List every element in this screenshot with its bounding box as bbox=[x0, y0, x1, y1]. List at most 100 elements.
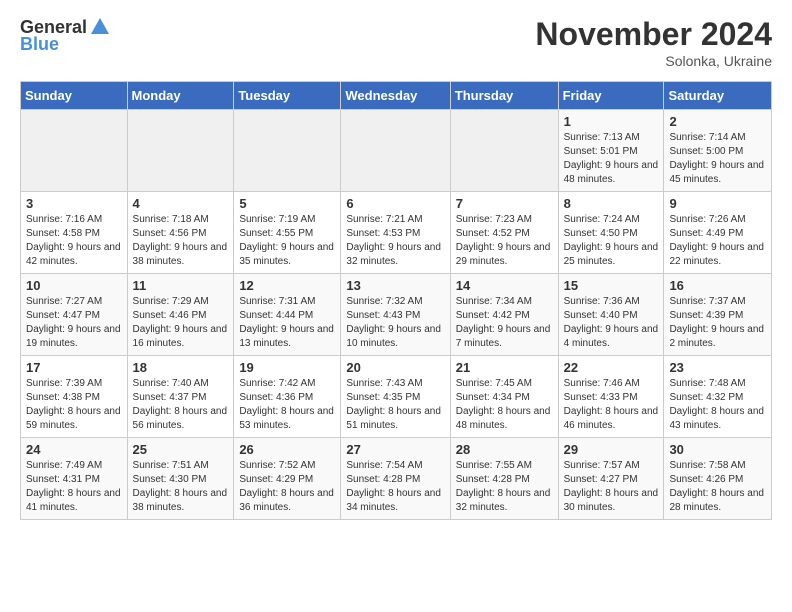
day-info: Sunrise: 7:49 AMSunset: 4:31 PMDaylight:… bbox=[26, 459, 122, 515]
calendar-cell: 14 Sunrise: 7:34 AMSunset: 4:42 PMDayligh… bbox=[450, 274, 558, 356]
weekday-header-row: SundayMondayTuesdayWednesdayThursdayFrid… bbox=[21, 82, 772, 110]
day-info: Sunrise: 7:51 AMSunset: 4:30 PMDaylight:… bbox=[133, 459, 229, 515]
day-info: Sunrise: 7:40 AMSunset: 4:37 PMDaylight:… bbox=[133, 377, 229, 433]
day-info: Sunrise: 7:58 AMSunset: 4:26 PMDaylight:… bbox=[669, 459, 766, 515]
day-number: 23 bbox=[669, 360, 766, 375]
calendar-table: SundayMondayTuesdayWednesdayThursdayFrid… bbox=[20, 81, 772, 520]
day-info: Sunrise: 7:57 AMSunset: 4:27 PMDaylight:… bbox=[564, 459, 659, 515]
day-info: Sunrise: 7:36 AMSunset: 4:40 PMDaylight:… bbox=[564, 295, 659, 351]
calendar-week-row: 24 Sunrise: 7:49 AMSunset: 4:31 PMDayligh… bbox=[21, 438, 772, 520]
month-title: November 2024 bbox=[535, 16, 772, 53]
logo: General Blue bbox=[20, 16, 111, 55]
day-info: Sunrise: 7:27 AMSunset: 4:47 PMDaylight:… bbox=[26, 295, 122, 351]
calendar-cell: 18 Sunrise: 7:40 AMSunset: 4:37 PMDayligh… bbox=[127, 356, 234, 438]
day-number: 7 bbox=[456, 196, 553, 211]
calendar-cell: 21 Sunrise: 7:45 AMSunset: 4:34 PMDayligh… bbox=[450, 356, 558, 438]
day-number: 13 bbox=[346, 278, 444, 293]
calendar-cell: 19Sunrise: 7:42 AMSunset: 4:36 PMDayligh… bbox=[234, 356, 341, 438]
calendar-cell: 17 Sunrise: 7:39 AMSunset: 4:38 PMDayligh… bbox=[21, 356, 128, 438]
day-number: 1 bbox=[564, 114, 659, 129]
day-info: Sunrise: 7:14 AMSunset: 5:00 PMDaylight:… bbox=[669, 131, 766, 187]
calendar-cell: 30 Sunrise: 7:58 AMSunset: 4:26 PMDayligh… bbox=[664, 438, 772, 520]
day-info: Sunrise: 7:46 AMSunset: 4:33 PMDaylight:… bbox=[564, 377, 659, 433]
day-info: Sunrise: 7:43 AMSunset: 4:35 PMDaylight:… bbox=[346, 377, 444, 433]
calendar-cell: 5Sunrise: 7:19 AMSunset: 4:55 PMDaylight… bbox=[234, 192, 341, 274]
calendar-cell: 1 Sunrise: 7:13 AMSunset: 5:01 PMDaylight… bbox=[558, 110, 664, 192]
day-info: Sunrise: 7:34 AMSunset: 4:42 PMDaylight:… bbox=[456, 295, 553, 351]
day-number: 19 bbox=[239, 360, 335, 375]
day-number: 25 bbox=[133, 442, 229, 457]
day-number: 4 bbox=[133, 196, 229, 211]
day-number: 8 bbox=[564, 196, 659, 211]
day-number: 26 bbox=[239, 442, 335, 457]
calendar-cell: 8 Sunrise: 7:24 AMSunset: 4:50 PMDaylight… bbox=[558, 192, 664, 274]
day-number: 9 bbox=[669, 196, 766, 211]
logo-blue-text: Blue bbox=[20, 34, 111, 55]
calendar-cell bbox=[234, 110, 341, 192]
day-info: Sunrise: 7:13 AMSunset: 5:01 PMDaylight:… bbox=[564, 131, 659, 187]
day-number: 14 bbox=[456, 278, 553, 293]
day-info: Sunrise: 7:31 AMSunset: 4:44 PMDaylight:… bbox=[239, 295, 335, 351]
calendar-week-row: 3 Sunrise: 7:16 AMSunset: 4:58 PMDaylight… bbox=[21, 192, 772, 274]
location-subtitle: Solonka, Ukraine bbox=[535, 53, 772, 69]
day-number: 17 bbox=[26, 360, 122, 375]
calendar-cell: 20 Sunrise: 7:43 AMSunset: 4:35 PMDayligh… bbox=[341, 356, 450, 438]
day-info: Sunrise: 7:55 AMSunset: 4:28 PMDaylight:… bbox=[456, 459, 553, 515]
day-number: 11 bbox=[133, 278, 229, 293]
day-info: Sunrise: 7:23 AMSunset: 4:52 PMDaylight:… bbox=[456, 213, 553, 269]
calendar-cell: 16Sunrise: 7:37 AMSunset: 4:39 PMDayligh… bbox=[664, 274, 772, 356]
day-info: Sunrise: 7:32 AMSunset: 4:43 PMDaylight:… bbox=[346, 295, 444, 351]
calendar-cell bbox=[450, 110, 558, 192]
calendar-cell: 29 Sunrise: 7:57 AMSunset: 4:27 PMDayligh… bbox=[558, 438, 664, 520]
day-number: 27 bbox=[346, 442, 444, 457]
title-block: November 2024 Solonka, Ukraine bbox=[535, 16, 772, 69]
header: General Blue November 2024 Solonka, Ukra… bbox=[20, 16, 772, 69]
day-number: 22 bbox=[564, 360, 659, 375]
day-number: 30 bbox=[669, 442, 766, 457]
calendar-cell: 15 Sunrise: 7:36 AMSunset: 4:40 PMDayligh… bbox=[558, 274, 664, 356]
calendar-cell: 27 Sunrise: 7:54 AMSunset: 4:28 PMDayligh… bbox=[341, 438, 450, 520]
calendar-cell: 3 Sunrise: 7:16 AMSunset: 4:58 PMDaylight… bbox=[21, 192, 128, 274]
day-number: 3 bbox=[26, 196, 122, 211]
calendar-cell: 13 Sunrise: 7:32 AMSunset: 4:43 PMDayligh… bbox=[341, 274, 450, 356]
weekday-header-thursday: Thursday bbox=[450, 82, 558, 110]
day-info: Sunrise: 7:29 AMSunset: 4:46 PMDaylight:… bbox=[133, 295, 229, 351]
calendar-cell: 12Sunrise: 7:31 AMSunset: 4:44 PMDayligh… bbox=[234, 274, 341, 356]
calendar-week-row: 10 Sunrise: 7:27 AMSunset: 4:47 PMDayligh… bbox=[21, 274, 772, 356]
calendar-cell: 28 Sunrise: 7:55 AMSunset: 4:28 PMDayligh… bbox=[450, 438, 558, 520]
day-info: Sunrise: 7:24 AMSunset: 4:50 PMDaylight:… bbox=[564, 213, 659, 269]
day-number: 29 bbox=[564, 442, 659, 457]
calendar-cell bbox=[127, 110, 234, 192]
day-number: 10 bbox=[26, 278, 122, 293]
day-info: Sunrise: 7:52 AMSunset: 4:29 PMDaylight:… bbox=[239, 459, 335, 515]
day-number: 20 bbox=[346, 360, 444, 375]
page-container: General Blue November 2024 Solonka, Ukra… bbox=[0, 0, 792, 536]
day-info: Sunrise: 7:39 AMSunset: 4:38 PMDaylight:… bbox=[26, 377, 122, 433]
day-number: 15 bbox=[564, 278, 659, 293]
calendar-cell: 6 Sunrise: 7:21 AMSunset: 4:53 PMDaylight… bbox=[341, 192, 450, 274]
day-number: 21 bbox=[456, 360, 553, 375]
day-info: Sunrise: 7:16 AMSunset: 4:58 PMDaylight:… bbox=[26, 213, 122, 269]
calendar-cell: 22 Sunrise: 7:46 AMSunset: 4:33 PMDayligh… bbox=[558, 356, 664, 438]
calendar-cell: 4 Sunrise: 7:18 AMSunset: 4:56 PMDaylight… bbox=[127, 192, 234, 274]
day-number: 18 bbox=[133, 360, 229, 375]
day-info: Sunrise: 7:19 AMSunset: 4:55 PMDaylight:… bbox=[239, 213, 335, 269]
weekday-header-sunday: Sunday bbox=[21, 82, 128, 110]
day-number: 28 bbox=[456, 442, 553, 457]
day-info: Sunrise: 7:54 AMSunset: 4:28 PMDaylight:… bbox=[346, 459, 444, 515]
calendar-cell: 24 Sunrise: 7:49 AMSunset: 4:31 PMDayligh… bbox=[21, 438, 128, 520]
day-number: 6 bbox=[346, 196, 444, 211]
calendar-cell: 7 Sunrise: 7:23 AMSunset: 4:52 PMDaylight… bbox=[450, 192, 558, 274]
calendar-cell: 10 Sunrise: 7:27 AMSunset: 4:47 PMDayligh… bbox=[21, 274, 128, 356]
day-number: 16 bbox=[669, 278, 766, 293]
day-info: Sunrise: 7:21 AMSunset: 4:53 PMDaylight:… bbox=[346, 213, 444, 269]
day-info: Sunrise: 7:18 AMSunset: 4:56 PMDaylight:… bbox=[133, 213, 229, 269]
calendar-week-row: 17 Sunrise: 7:39 AMSunset: 4:38 PMDayligh… bbox=[21, 356, 772, 438]
weekday-header-friday: Friday bbox=[558, 82, 664, 110]
day-number: 24 bbox=[26, 442, 122, 457]
calendar-cell: 2 Sunrise: 7:14 AMSunset: 5:00 PMDaylight… bbox=[664, 110, 772, 192]
day-info: Sunrise: 7:45 AMSunset: 4:34 PMDaylight:… bbox=[456, 377, 553, 433]
day-number: 2 bbox=[669, 114, 766, 129]
calendar-cell: 26 Sunrise: 7:52 AMSunset: 4:29 PMDayligh… bbox=[234, 438, 341, 520]
calendar-week-row: 1 Sunrise: 7:13 AMSunset: 5:01 PMDaylight… bbox=[21, 110, 772, 192]
